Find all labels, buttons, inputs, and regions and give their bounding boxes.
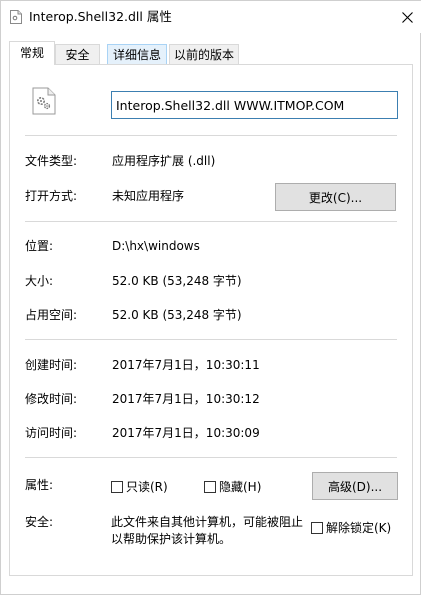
file-type-label: 文件类型: <box>25 154 78 168</box>
size-label: 大小: <box>25 274 54 288</box>
divider <box>25 339 397 340</box>
divider <box>25 457 397 458</box>
close-icon <box>401 11 413 23</box>
tab-security[interactable]: 安全 <box>55 44 100 64</box>
attributes-label: 属性: <box>25 478 54 492</box>
created-label: 创建时间: <box>25 358 78 372</box>
location-value: D:\hx\windows <box>112 239 200 253</box>
tab-previous-versions[interactable]: 以前的版本 <box>169 44 239 64</box>
readonly-checkbox-label: 只读(R) <box>126 480 168 494</box>
divider <box>25 135 397 136</box>
security-message-line: 以帮助保护该计算机。 <box>111 532 232 546</box>
unblock-checkbox-box[interactable] <box>311 522 323 534</box>
unblock-checkbox[interactable]: 解除锁定(K) <box>311 520 391 536</box>
size-on-disk-value: 52.0 KB (53,248 字节) <box>112 308 242 322</box>
security-label: 安全: <box>25 515 54 529</box>
created-value: 2017年7月1日，10:30:11 <box>112 358 260 372</box>
location-label: 位置: <box>25 239 54 253</box>
hidden-checkbox-label: 隐藏(H) <box>219 480 262 494</box>
tab-general[interactable]: 常规 <box>9 41 55 65</box>
modified-value: 2017年7月1日，10:30:12 <box>112 392 260 406</box>
change-button[interactable]: 更改(C)... <box>275 183 396 211</box>
hidden-checkbox[interactable]: 隐藏(H) <box>204 479 261 495</box>
dll-file-icon <box>32 87 56 115</box>
tab-details[interactable]: 详细信息 <box>107 44 167 64</box>
tab-strip: 常规 安全 详细信息 以前的版本 <box>9 41 413 65</box>
opens-with-label: 打开方式: <box>25 189 78 203</box>
modified-label: 修改时间: <box>25 392 78 406</box>
filename-input[interactable] <box>111 91 398 119</box>
advanced-button[interactable]: 高级(D)... <box>312 472 398 500</box>
size-on-disk-label: 占用空间: <box>25 308 78 322</box>
window-title: Interop.Shell32.dll 属性 <box>29 9 172 24</box>
readonly-checkbox-box[interactable] <box>111 481 123 493</box>
file-icon <box>10 10 22 24</box>
hidden-checkbox-box[interactable] <box>204 481 216 493</box>
properties-window: Interop.Shell32.dll 属性 常规 安全 详细信息 以前的版本 … <box>0 0 421 595</box>
security-message-line: 此文件来自其他计算机，可能被阻止 <box>111 515 304 529</box>
divider <box>25 221 397 222</box>
general-panel: 文件类型: 应用程序扩展 (.dll) 打开方式: 未知应用程序 更改(C)..… <box>9 64 413 576</box>
readonly-checkbox[interactable]: 只读(R) <box>111 479 168 495</box>
file-type-value: 应用程序扩展 (.dll) <box>112 154 216 168</box>
size-value: 52.0 KB (53,248 字节) <box>112 274 242 288</box>
opens-with-value: 未知应用程序 <box>112 189 185 203</box>
unblock-checkbox-label: 解除锁定(K) <box>326 521 392 535</box>
close-button[interactable] <box>392 1 421 33</box>
accessed-value: 2017年7月1日，10:30:09 <box>112 426 260 440</box>
accessed-label: 访问时间: <box>25 426 78 440</box>
security-message: 此文件来自其他计算机，可能被阻止 以帮助保护该计算机。 <box>111 514 311 548</box>
title-bar: Interop.Shell32.dll 属性 <box>1 1 421 33</box>
